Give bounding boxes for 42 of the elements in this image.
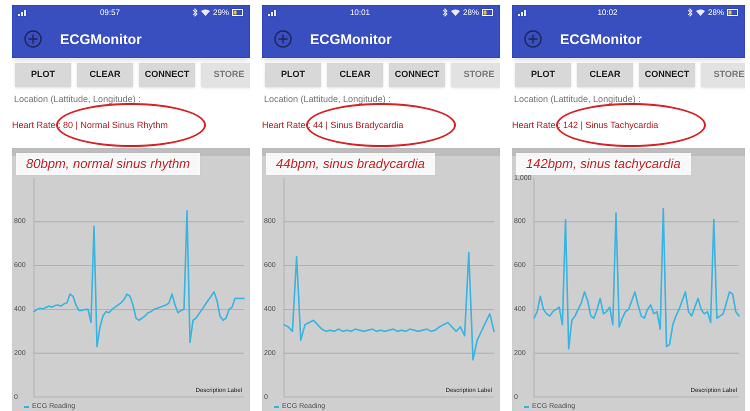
annotation-label: 44bpm, sinus bradycardia xyxy=(266,153,435,175)
signal-icon xyxy=(268,9,278,16)
app-button[interactable]: CLEAR xyxy=(327,63,383,87)
heart-rate-text: Heart Rate : 142 | Sinus Tachycardia xyxy=(512,119,658,132)
bluetooth-icon xyxy=(192,8,198,17)
clock-time: 10:02 xyxy=(597,6,618,18)
plus-circle-icon[interactable] xyxy=(274,30,292,48)
clock-time: 09:57 xyxy=(100,6,120,18)
battery-percent: 28% xyxy=(463,6,480,18)
battery-percent: 29% xyxy=(213,6,230,18)
app-button[interactable]: PLOT xyxy=(265,63,321,87)
app-title: ECGMonitor xyxy=(60,30,142,48)
app-button[interactable]: CONNECT xyxy=(139,63,195,87)
app-title: ECGMonitor xyxy=(310,30,392,48)
bluetooth-icon xyxy=(687,8,693,17)
app-button[interactable]: CONNECT xyxy=(389,63,445,87)
clock-time: 10:01 xyxy=(350,6,370,18)
signal-icon xyxy=(518,9,528,16)
location-label: Location (Lattitude, Longitude) : xyxy=(513,93,642,106)
app-button[interactable]: CONNECT xyxy=(639,63,695,87)
annotation-label: 80bpm, normal sinus rhythm xyxy=(16,153,200,175)
annotation-label: 142bpm, sinus tachycardia xyxy=(516,153,691,175)
battery-icon xyxy=(482,9,494,16)
battery-icon xyxy=(232,9,244,16)
heart-rate-text: Heart Rate : 44 | Sinus Bradycardia xyxy=(262,119,404,132)
battery-percent: 28% xyxy=(708,6,724,18)
app-button[interactable]: PLOT xyxy=(15,63,71,87)
battery-icon xyxy=(727,9,740,16)
app-button[interactable]: CLEAR xyxy=(77,63,133,87)
app-title: ECGMonitor xyxy=(560,30,642,48)
app-button[interactable]: PLOT xyxy=(515,63,571,87)
wifi-icon xyxy=(201,9,210,16)
location-label: Location (Lattitude, Longitude) : xyxy=(13,93,142,106)
bluetooth-icon xyxy=(442,8,448,17)
wifi-icon xyxy=(696,9,705,16)
heart-rate-text: Heart Rate : 80 | Normal Sinus Rhythm xyxy=(12,119,168,132)
signal-icon xyxy=(18,9,28,16)
wifi-icon xyxy=(451,9,460,16)
plus-circle-icon[interactable] xyxy=(524,30,542,48)
plus-circle-icon[interactable] xyxy=(24,30,42,48)
location-label: Location (Lattitude, Longitude) : xyxy=(263,93,392,106)
app-button[interactable]: CLEAR xyxy=(577,63,633,87)
